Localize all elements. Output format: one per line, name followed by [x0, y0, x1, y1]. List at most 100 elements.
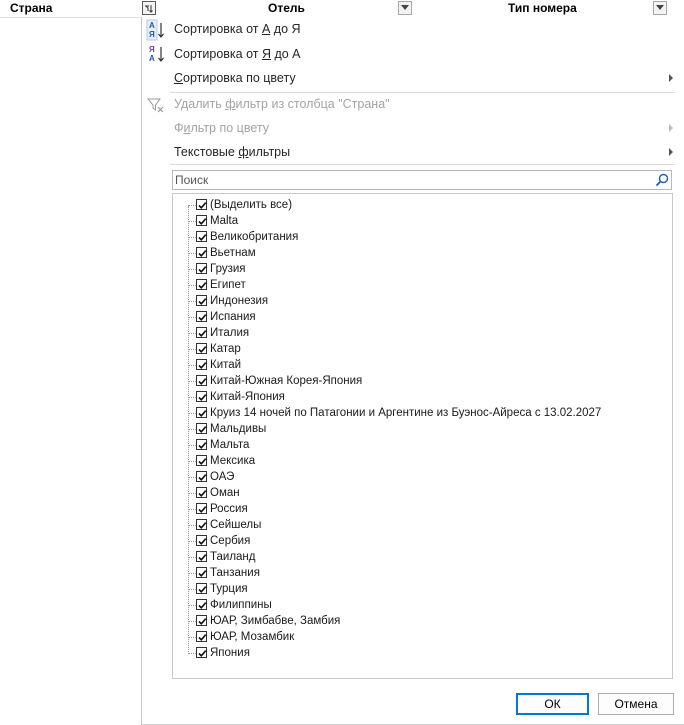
checkbox[interactable]: [196, 455, 207, 466]
checkbox[interactable]: [196, 551, 207, 562]
checkbox[interactable]: [196, 375, 207, 386]
header-room-type: Тип номера: [508, 1, 577, 15]
checkbox[interactable]: [196, 391, 207, 402]
checkbox[interactable]: [196, 567, 207, 578]
header-hotel: Отель: [268, 1, 305, 15]
checkbox[interactable]: [196, 359, 207, 370]
checkbox[interactable]: [196, 247, 207, 258]
sort-desc-text: Сортировка от: [174, 47, 262, 61]
checkbox[interactable]: [196, 215, 207, 226]
list-item-label: Турция: [210, 583, 248, 595]
list-item-label: Италия: [210, 327, 250, 339]
tree-branch: [188, 621, 196, 622]
search-input[interactable]: [175, 172, 645, 188]
menu-separator: [170, 92, 675, 93]
room-type-filter-button[interactable]: [653, 1, 667, 15]
clear-filter-icon: [146, 94, 166, 116]
sort-by-color-item[interactable]: Сортировка по цвету: [174, 68, 296, 88]
menu-separator: [170, 164, 675, 165]
checkbox[interactable]: [196, 311, 207, 322]
sort-color-text: ортировка по цвету: [183, 71, 296, 85]
list-item-label: Оман: [210, 487, 240, 499]
checkbox[interactable]: [196, 471, 207, 482]
filter-by-color-item[interactable]: Фильтр по цвету: [174, 118, 269, 138]
hotel-filter-button[interactable]: [398, 1, 412, 15]
tree-branch: [188, 461, 196, 462]
clear-filter-text-end: ильтр из столбца "Страна": [235, 97, 390, 111]
list-item-label: Танзания: [210, 567, 260, 579]
list-item-label: Китай: [210, 359, 242, 371]
clear-filter-text: Удалить: [174, 97, 226, 111]
checkbox[interactable]: [196, 487, 207, 498]
tree-branch: [188, 397, 196, 398]
tree-branch: [188, 573, 196, 574]
list-item-label: Египет: [210, 279, 246, 291]
checkmark-icon: [198, 282, 207, 289]
list-item-label: ЮАР, Мозамбик: [210, 631, 295, 643]
checkmark-icon: [198, 394, 207, 401]
checkmark-icon: [198, 458, 207, 465]
checkbox[interactable]: [196, 615, 207, 626]
tree-branch: [188, 365, 196, 366]
sort-color-accel: С: [174, 71, 184, 85]
tree-branch: [188, 445, 196, 446]
search-box[interactable]: [172, 170, 672, 190]
checkbox[interactable]: [196, 423, 207, 434]
sort-z-to-a-item[interactable]: Сортировка от Я до А: [174, 44, 301, 64]
list-item-label: Индонезия: [210, 295, 269, 307]
list-item-label: Великобритания: [210, 231, 299, 243]
checkmark-icon: [198, 650, 207, 657]
checkbox[interactable]: [196, 343, 207, 354]
checkbox[interactable]: [196, 295, 207, 306]
sort-z-to-a-icon: Я A: [146, 43, 166, 65]
checkmark-icon: [198, 522, 207, 529]
checkmark-icon: [198, 618, 207, 625]
checkbox[interactable]: [196, 583, 207, 594]
svg-text:A: A: [149, 21, 155, 30]
checkmark-icon: [198, 490, 207, 497]
checkbox[interactable]: [196, 231, 207, 242]
checkbox[interactable]: [196, 263, 207, 274]
checkbox[interactable]: [196, 535, 207, 546]
checkbox[interactable]: [196, 439, 207, 450]
checkbox[interactable]: [196, 327, 207, 338]
checkmark-icon: [198, 298, 207, 305]
checkmark-icon: [198, 442, 207, 449]
checkbox[interactable]: [196, 599, 207, 610]
text-filters-item[interactable]: Текстовые фильтры: [174, 142, 290, 162]
sort-asc-text-end: до Я: [270, 22, 301, 36]
values-listbox[interactable]: (Выделить все) Malta Великобритания Вьетнам…: [172, 193, 673, 679]
tree-branch: [188, 429, 196, 430]
sort-a-to-z-item[interactable]: Сортировка от А до Я: [174, 19, 301, 39]
tree-branch: [188, 493, 196, 494]
clear-filter-item[interactable]: Удалить фильтр из столбца "Страна": [174, 94, 390, 114]
checkmark-icon: [198, 234, 207, 241]
checkmark-icon: [198, 202, 207, 209]
checkbox[interactable]: [196, 407, 207, 418]
checkmark-icon: [198, 378, 207, 385]
tree-branch: [188, 605, 196, 606]
list-item-label: Мексика: [210, 455, 256, 467]
ok-button[interactable]: ОК: [516, 693, 589, 715]
checkbox[interactable]: [196, 503, 207, 514]
autofilter-panel: A Я Сортировка от А до Я Я A Сортировка …: [141, 17, 684, 725]
checkbox[interactable]: [196, 519, 207, 530]
tree-branch: [188, 413, 196, 414]
checkmark-icon: [198, 570, 207, 577]
filter-color-text: Ф: [174, 121, 184, 135]
checkbox[interactable]: [196, 631, 207, 642]
sort-desc-accel: Я: [261, 47, 271, 61]
checkbox[interactable]: [196, 199, 207, 210]
tree-line: [188, 206, 189, 654]
checkbox[interactable]: [196, 279, 207, 290]
list-item-label: Круиз 14 ночей по Патагонии и Аргентине …: [210, 407, 602, 419]
cancel-button[interactable]: Отмена: [598, 693, 674, 715]
svg-text:Я: Я: [149, 45, 155, 54]
checkbox[interactable]: [196, 647, 207, 658]
checkmark-icon: [198, 426, 207, 433]
chevron-down-icon: [401, 5, 409, 10]
checkmark-icon: [198, 506, 207, 513]
tree-branch: [188, 333, 196, 334]
country-filter-button[interactable]: [142, 1, 156, 15]
search-icon[interactable]: [655, 173, 669, 187]
